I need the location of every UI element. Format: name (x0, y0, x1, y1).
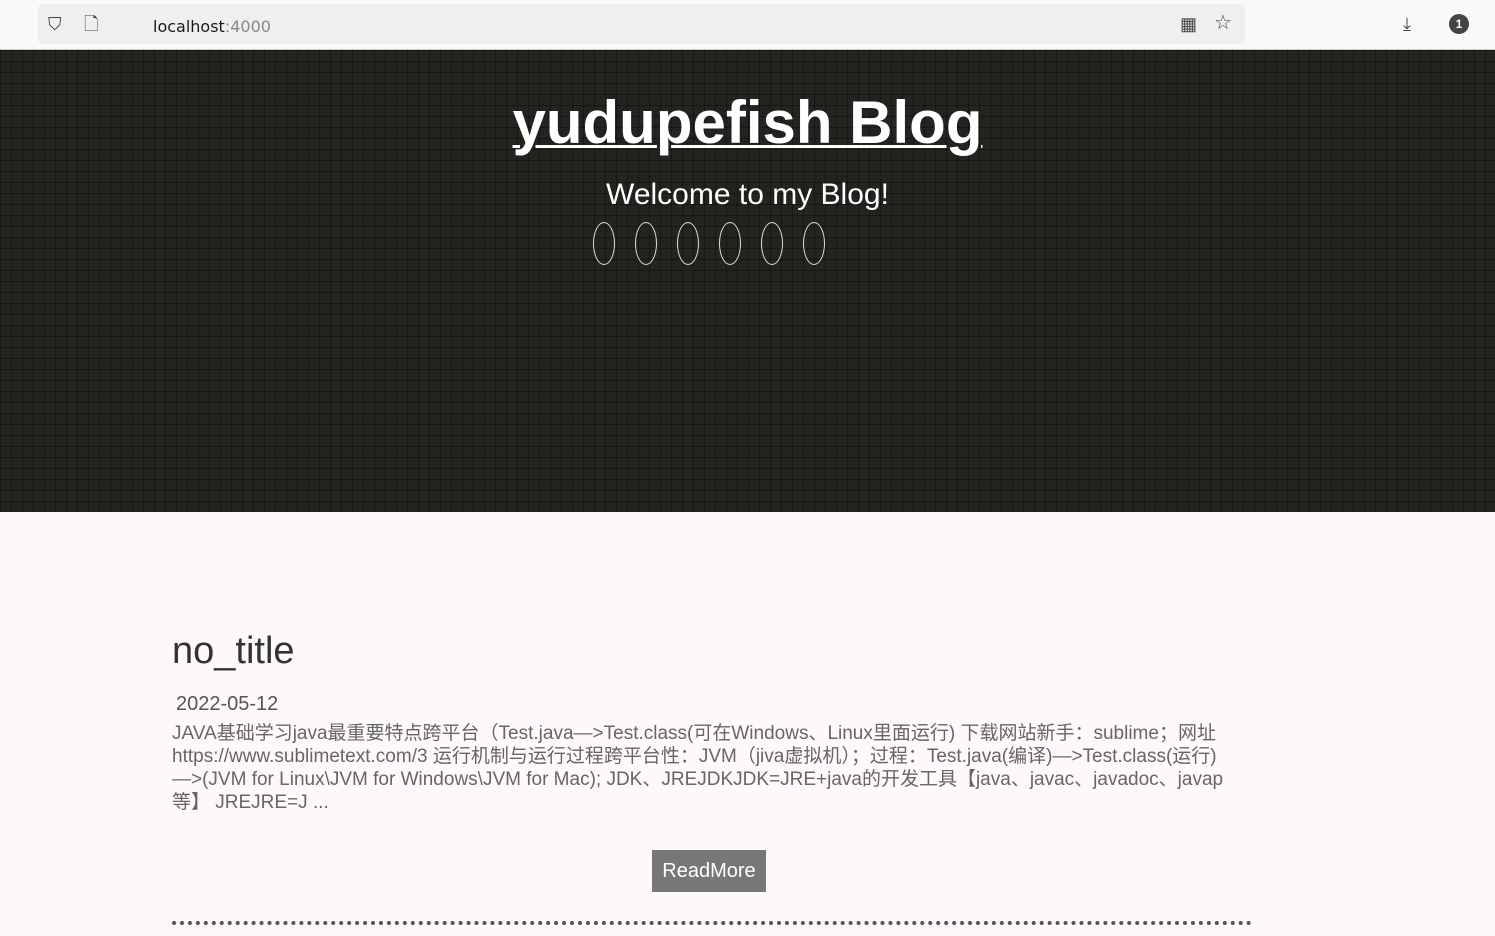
url-port: :4000 (224, 17, 271, 36)
social-link-icon[interactable] (803, 222, 825, 265)
blog-header: yudupefish Blog Welcome to my Blog! (0, 50, 1495, 512)
bookmark-star-icon[interactable]: ☆ (1214, 13, 1232, 33)
blog-title-link[interactable]: yudupefish Blog (0, 88, 1495, 157)
post-divider (172, 921, 1252, 925)
extension-badge[interactable]: 1 (1449, 14, 1469, 34)
post-excerpt: JAVA基础学习java最重要特点跨平台（Test.java—>Test.cla… (172, 723, 1224, 813)
post-item: no_title 2022-05-12 JAVA基础学习java最重要特点跨平台… (172, 630, 1252, 814)
qr-code-icon[interactable]: ▦ (1180, 14, 1197, 34)
post-title[interactable]: no_title (172, 630, 1252, 673)
social-link-icon[interactable] (593, 222, 615, 265)
download-icon[interactable]: ⤓ (1403, 14, 1411, 34)
address-bar[interactable]: ⛉ 🗋 localhost:4000 ▦ ☆ (38, 4, 1245, 44)
blog-subtitle: Welcome to my Blog! (606, 178, 889, 211)
url-host: localhost (153, 17, 225, 36)
url-text[interactable]: localhost:4000 (153, 17, 271, 36)
social-link-icon[interactable] (761, 222, 783, 265)
post-date: 2022-05-12 (176, 693, 279, 715)
social-link-icon[interactable] (635, 222, 657, 265)
shield-icon[interactable]: ⛉ (48, 14, 62, 34)
browser-toolbar: ⛉ 🗋 localhost:4000 ▦ ☆ ⤓ 1 (0, 0, 1495, 50)
social-link-icon[interactable] (719, 222, 741, 265)
social-link-icon[interactable] (677, 222, 699, 265)
page-icon: 🗋 (84, 14, 99, 34)
read-more-button[interactable]: ReadMore (652, 850, 766, 892)
social-icons (593, 222, 825, 265)
